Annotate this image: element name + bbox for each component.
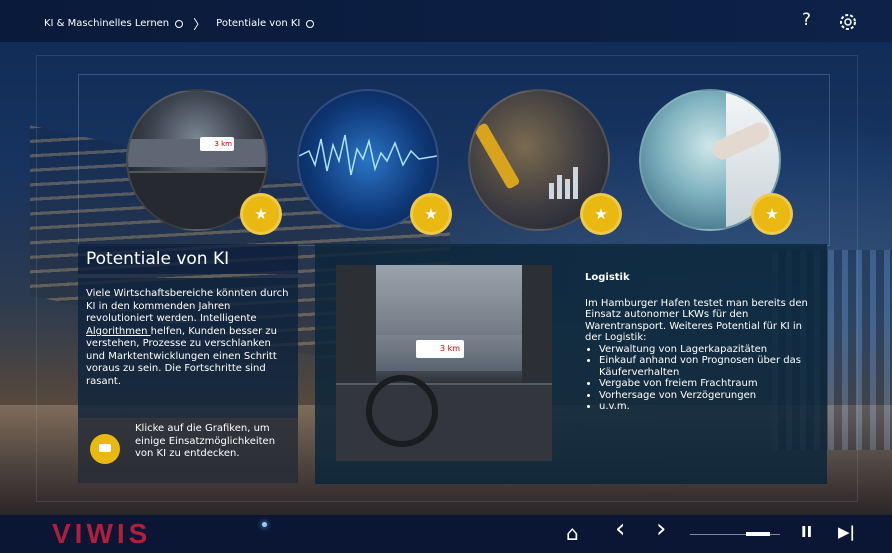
list-item: Einkauf anhand von Prognosen über das Kä… xyxy=(599,355,815,378)
page-title: Potentiale von KI xyxy=(78,244,298,274)
algorithmen-link[interactable]: Algorithmen xyxy=(86,326,151,337)
list-item: Vergabe von freiem Frachtraum xyxy=(599,378,815,390)
list-item: Vorhersage von Verzögerungen xyxy=(599,390,815,402)
detail-text: Logistik Im Hamburger Hafen testet man b… xyxy=(585,272,815,413)
next-button[interactable]: › xyxy=(656,514,666,544)
star-icon[interactable]: ★ xyxy=(751,193,793,235)
warning-sign: 3 km xyxy=(200,137,234,151)
warning-sign: 3 km xyxy=(416,340,464,358)
breadcrumb-label: KI & Maschinelles Lernen xyxy=(44,18,170,29)
home-icon[interactable]: ⌂ xyxy=(566,521,579,545)
star-icon[interactable]: ★ xyxy=(240,193,282,235)
breadcrumb-label: Potentiale von KI xyxy=(216,18,301,29)
intro-text-part: Viele Wirtschaftsbereiche könnten durch … xyxy=(86,288,289,324)
detail-paragraph: Im Hamburger Hafen testet man bereits de… xyxy=(585,297,808,344)
robot-arm-shape xyxy=(473,122,521,190)
breadcrumb-item-ki-ml[interactable]: KI & Maschinelles Lernen xyxy=(44,18,184,29)
steering-wheel-shape xyxy=(366,375,438,447)
hint-text: Klicke auf die Grafiken, um einige Einsa… xyxy=(135,423,276,459)
list-item: u.v.m. xyxy=(599,401,815,413)
detail-list: Verwaltung von Lagerkapazitäten Einkauf … xyxy=(585,344,815,413)
road-shape xyxy=(128,139,266,167)
breadcrumb: KI & Maschinelles Lernen 〉 Potentiale vo… xyxy=(44,14,315,33)
prev-button[interactable]: ‹ xyxy=(615,514,625,544)
viwis-logo: VIWIS xyxy=(52,518,152,549)
skip-button[interactable]: ▶| xyxy=(838,523,855,541)
progress-slider[interactable] xyxy=(690,532,780,536)
detail-panel: 3 km Logistik Im Hamburger Hafen testet … xyxy=(315,244,827,484)
breadcrumb-item-potentiale[interactable]: Potentiale von KI xyxy=(216,18,315,29)
help-icon[interactable]: ? xyxy=(802,10,811,30)
circle-icon xyxy=(306,19,315,28)
bar-chart-icon xyxy=(549,167,578,199)
wave-graphic xyxy=(299,134,437,176)
circle-icon xyxy=(175,19,184,28)
truck-cockpit-image: 3 km xyxy=(336,265,552,461)
gear-icon[interactable] xyxy=(838,12,858,32)
progress-dot-icon xyxy=(262,522,267,527)
chevron-right-icon: 〉 xyxy=(193,18,207,33)
list-item: Verwaltung von Lagerkapazitäten xyxy=(599,344,815,356)
speech-bubble-icon xyxy=(90,434,120,464)
intro-text: Viele Wirtschaftsbereiche könnten durch … xyxy=(78,278,298,418)
star-icon[interactable]: ★ xyxy=(580,193,622,235)
star-icon[interactable]: ★ xyxy=(410,193,452,235)
pause-button[interactable]: II xyxy=(801,523,812,541)
hint-box: Klicke auf die Grafiken, um einige Einsa… xyxy=(78,418,298,483)
top-bar: KI & Maschinelles Lernen 〉 Potentiale vo… xyxy=(0,0,892,42)
detail-heading: Logistik xyxy=(585,272,630,283)
progress-slider-handle[interactable] xyxy=(745,532,770,536)
